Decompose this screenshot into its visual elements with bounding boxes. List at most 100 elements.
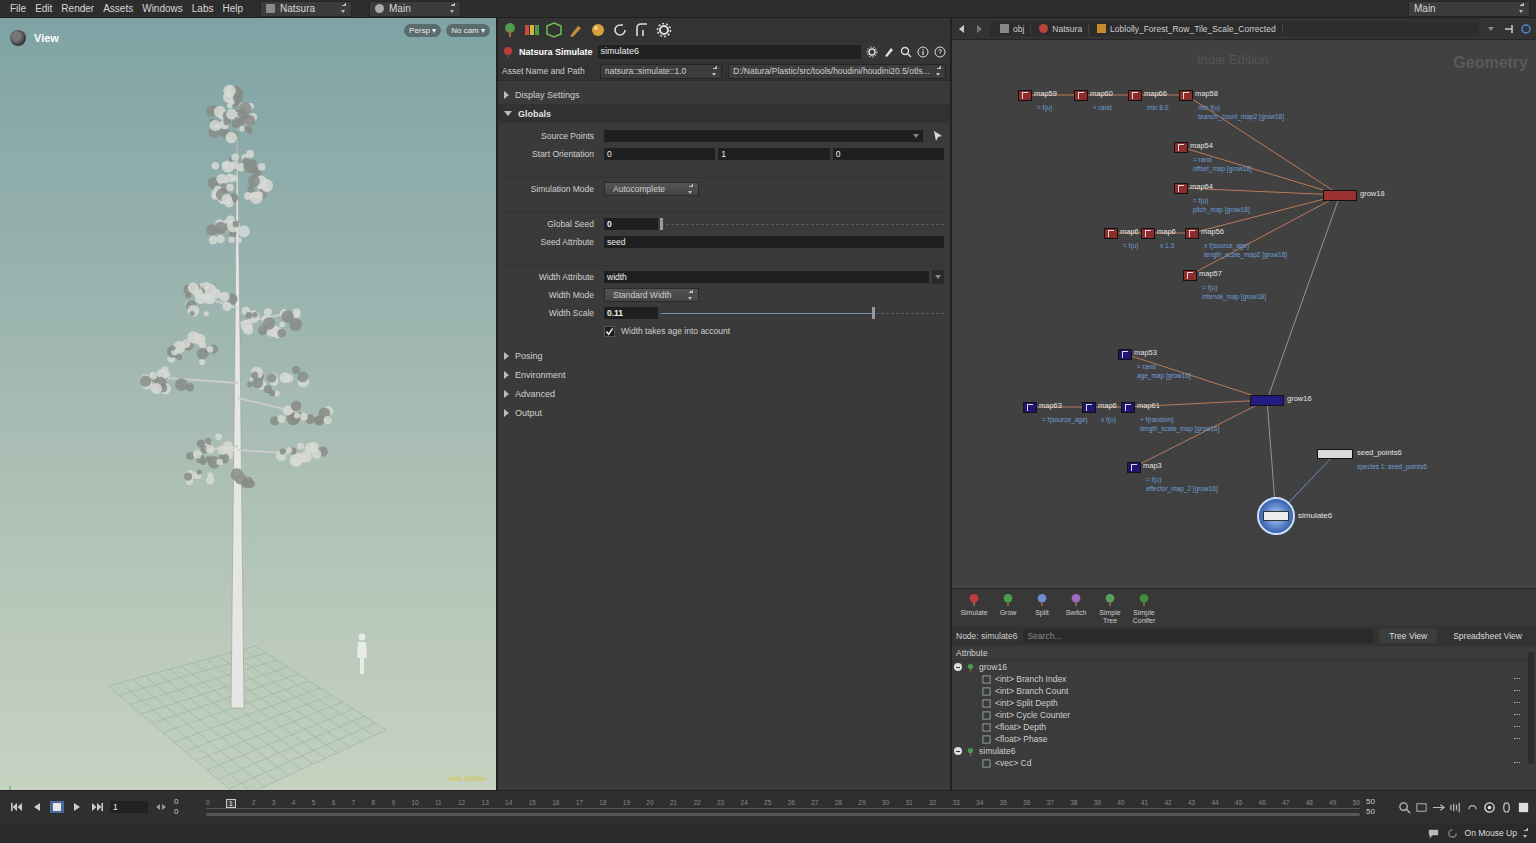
section-header[interactable]: Display Settings bbox=[498, 85, 950, 104]
desktop-select[interactable]: Natsura bbox=[260, 1, 352, 17]
menu-item[interactable]: Help bbox=[222, 3, 243, 14]
slider-track[interactable] bbox=[661, 218, 944, 230]
shelf-tool[interactable]: Switch bbox=[1062, 593, 1090, 617]
text-field[interactable]: seed bbox=[604, 236, 944, 248]
update-icon[interactable] bbox=[1446, 827, 1459, 840]
curve-icon[interactable] bbox=[634, 22, 650, 38]
row-menu-icon[interactable] bbox=[1514, 702, 1520, 705]
tree-group[interactable]: simulate6 bbox=[952, 745, 1536, 757]
slider-handle[interactable] bbox=[660, 218, 663, 230]
section-header[interactable]: Environment bbox=[498, 365, 950, 384]
tree-item[interactable]: <float> Phase bbox=[952, 733, 1536, 745]
row-menu-icon[interactable] bbox=[1514, 714, 1520, 717]
section-header[interactable]: Output bbox=[498, 403, 950, 422]
menu-item[interactable]: File bbox=[10, 3, 26, 14]
search-field[interactable]: Search... bbox=[1023, 629, 1373, 643]
vector-component-field[interactable]: 0 bbox=[833, 148, 944, 160]
path-segment[interactable]: Natsura bbox=[1033, 24, 1089, 34]
menu-button[interactable]: Standard Width bbox=[604, 288, 699, 302]
update-mode-menu[interactable]: On Mouse Up bbox=[1465, 828, 1517, 838]
end-frame-field[interactable]: 50 bbox=[1366, 797, 1392, 807]
menu-button[interactable]: Autocomplete bbox=[604, 182, 699, 196]
menu-item[interactable]: Edit bbox=[35, 3, 52, 14]
settings-icon[interactable] bbox=[656, 22, 672, 38]
shelf-tool[interactable]: Grow bbox=[994, 593, 1022, 617]
start-frame-field[interactable]: 0 bbox=[174, 797, 200, 807]
menu-item[interactable]: Labs bbox=[192, 3, 214, 14]
asset-path-field[interactable]: D:/Natura/Plastic/src/tools/houdini/houd… bbox=[728, 64, 946, 79]
realtime-icon[interactable] bbox=[1483, 801, 1496, 814]
section-header[interactable]: Posing bbox=[498, 346, 950, 365]
path-dropdown-icon[interactable] bbox=[1488, 27, 1494, 31]
pane-tab-select[interactable]: Main bbox=[369, 1, 461, 17]
row-menu-icon[interactable] bbox=[1514, 762, 1520, 765]
node-name-field[interactable]: simulate6 bbox=[598, 45, 862, 59]
sphere-icon[interactable] bbox=[590, 22, 606, 38]
row-menu-icon[interactable] bbox=[1514, 678, 1520, 681]
step-keys-icon[interactable] bbox=[154, 801, 168, 813]
pin-icon[interactable] bbox=[1503, 23, 1515, 35]
section-header[interactable]: Advanced bbox=[498, 384, 950, 403]
path-segment[interactable]: obj bbox=[994, 24, 1031, 34]
cache-icon[interactable] bbox=[1500, 801, 1513, 814]
text-field[interactable]: width bbox=[604, 271, 929, 283]
scrollbar[interactable] bbox=[1528, 652, 1534, 764]
tree-group[interactable]: grow16 bbox=[952, 661, 1536, 673]
forward-arrow-icon[interactable] bbox=[973, 23, 985, 35]
tree-item[interactable]: <float> Depth bbox=[952, 721, 1536, 733]
row-menu-icon[interactable] bbox=[1514, 738, 1520, 741]
asset-name-field[interactable]: natsura::simulate::1.0 bbox=[600, 64, 722, 79]
refresh-icon[interactable] bbox=[612, 22, 628, 38]
keys-icon[interactable] bbox=[1415, 801, 1428, 814]
menu-item[interactable]: Render bbox=[61, 3, 94, 14]
audio-icon[interactable] bbox=[1449, 801, 1462, 814]
gear-icon[interactable] bbox=[866, 46, 878, 58]
tree-item[interactable]: <int> Branch Index bbox=[952, 673, 1536, 685]
network-canvas[interactable]: Indie EditionGeometrymap59= f(u)map60+ r… bbox=[952, 40, 1536, 588]
message-icon[interactable] bbox=[1427, 827, 1440, 840]
frame-ruler[interactable]: 0123456789101112131415161718192021222324… bbox=[206, 799, 1360, 816]
palette-icon[interactable] bbox=[524, 22, 540, 38]
menu-item[interactable]: Assets bbox=[103, 3, 133, 14]
row-menu-icon[interactable] bbox=[1514, 690, 1520, 693]
play-reverse-icon[interactable] bbox=[30, 801, 44, 813]
camera-button[interactable]: Persp ▾ bbox=[404, 24, 441, 37]
cube-icon[interactable] bbox=[546, 22, 562, 38]
search-icon[interactable] bbox=[900, 46, 912, 58]
number-field[interactable]: 0 bbox=[604, 218, 658, 230]
shelf-tool[interactable]: Simulate bbox=[960, 593, 988, 617]
right-desktop-select[interactable]: Main bbox=[1408, 1, 1530, 17]
vector-component-field[interactable]: 0 bbox=[604, 148, 715, 160]
link-icon[interactable] bbox=[1520, 23, 1532, 35]
tree-item[interactable]: <int> Branch Count bbox=[952, 685, 1536, 697]
stop-icon[interactable] bbox=[50, 801, 64, 813]
help-icon[interactable] bbox=[934, 46, 946, 58]
section-header[interactable]: Globals bbox=[498, 104, 950, 123]
jump-end-icon[interactable] bbox=[90, 801, 104, 813]
play-icon[interactable] bbox=[70, 801, 84, 813]
current-frame-field[interactable]: 1 bbox=[110, 801, 148, 813]
collapse-icon[interactable] bbox=[954, 663, 962, 671]
tree-item[interactable]: <int> Cycle Counter bbox=[952, 709, 1536, 721]
text-field[interactable] bbox=[604, 130, 923, 142]
slider-handle[interactable] bbox=[872, 307, 875, 319]
tree-item[interactable]: <vec> Cd bbox=[952, 757, 1536, 769]
end-frame-field[interactable]: 50 bbox=[1366, 807, 1392, 817]
view-toggle-button[interactable]: Tree View bbox=[1379, 629, 1437, 643]
shelf-tool[interactable]: Simple Conifer bbox=[1130, 593, 1158, 625]
back-arrow-icon[interactable] bbox=[956, 23, 968, 35]
tree-tool-icon[interactable] bbox=[502, 22, 518, 38]
edit-icon[interactable] bbox=[883, 46, 895, 58]
shelf-tool[interactable]: Split bbox=[1028, 593, 1056, 617]
scene-canvas[interactable] bbox=[0, 18, 498, 790]
scene-viewport[interactable]: ViewPersp ▾No cam ▾Indie Edition bbox=[0, 18, 498, 790]
number-field[interactable]: 0.11 bbox=[604, 307, 658, 319]
loop-icon[interactable] bbox=[1466, 801, 1479, 814]
vector-component-field[interactable]: 1 bbox=[718, 148, 829, 160]
collapse-icon[interactable] bbox=[954, 747, 962, 755]
combo-button[interactable] bbox=[932, 270, 944, 284]
path-segment[interactable]: Loblolly_Forest_Row_Tile_Scale_Corrected bbox=[1091, 24, 1283, 34]
start-frame-field[interactable]: 0 bbox=[174, 807, 200, 817]
tree-item[interactable]: <int> Split Depth bbox=[952, 697, 1536, 709]
brush-icon[interactable] bbox=[568, 22, 584, 38]
